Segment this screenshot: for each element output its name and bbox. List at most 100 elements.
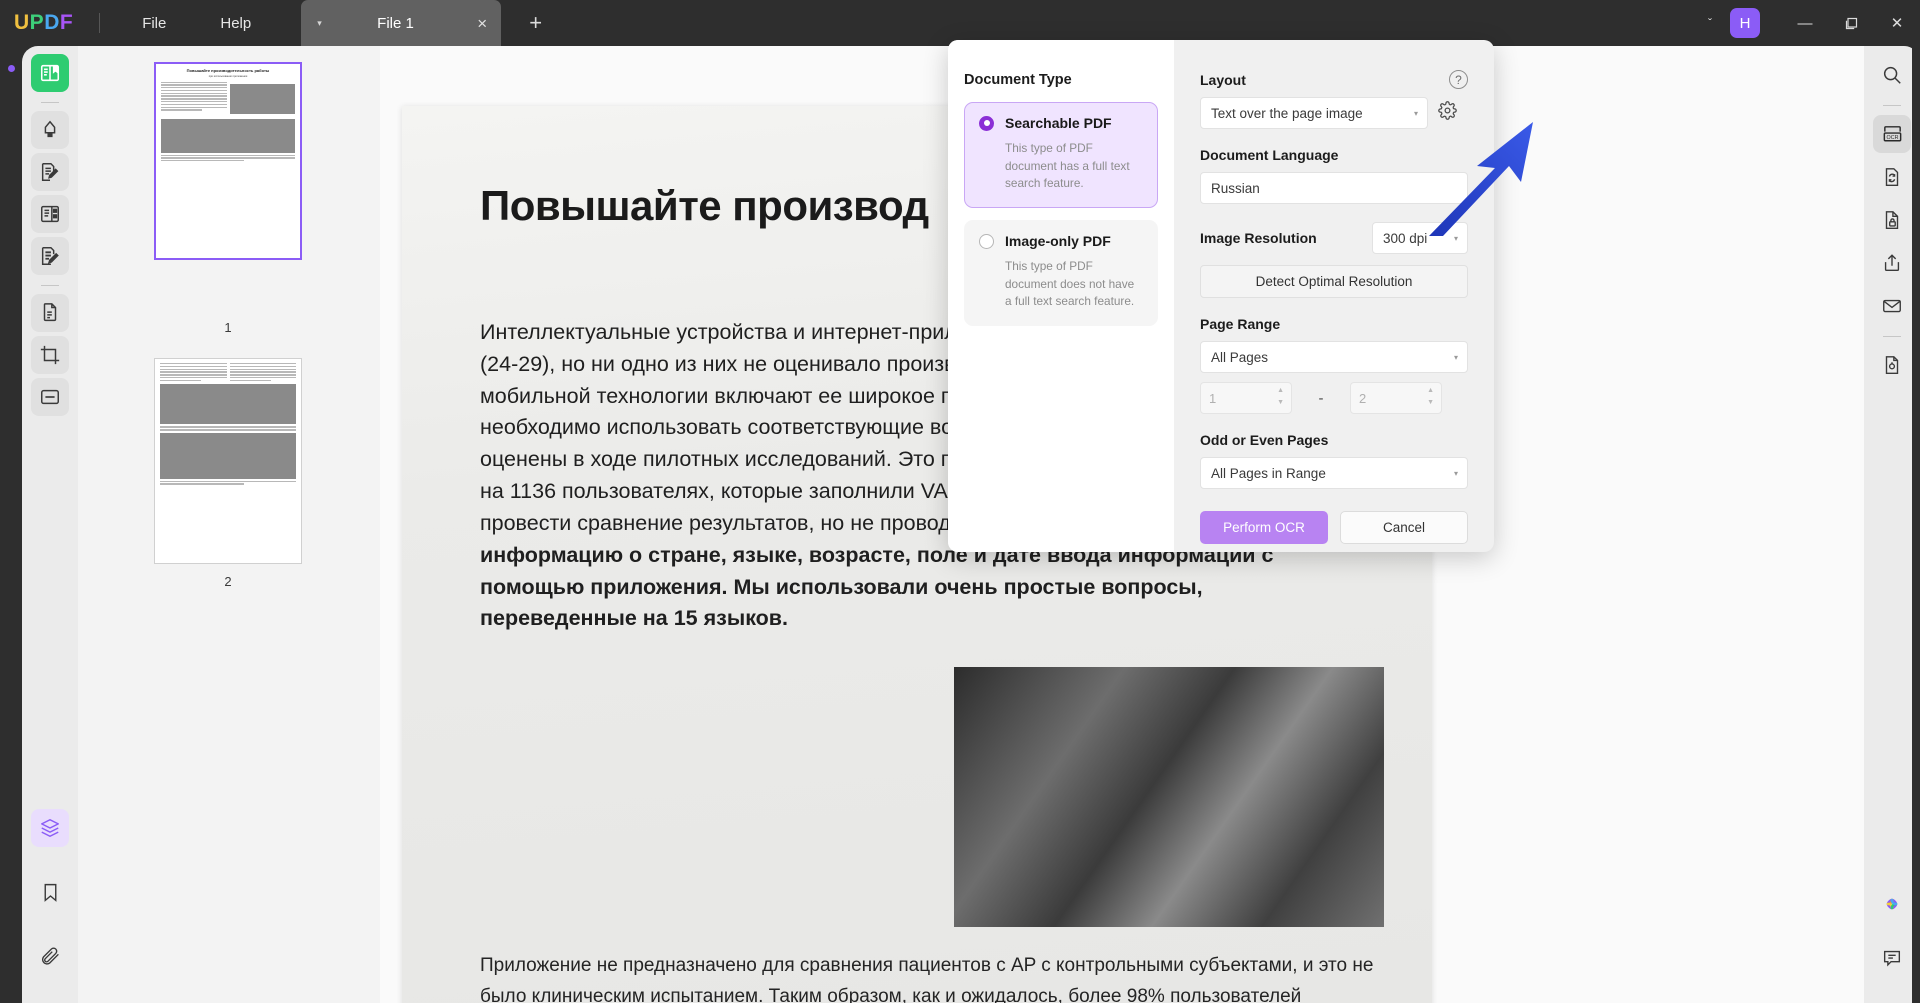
detect-optimal-resolution-button[interactable]: Detect Optimal Resolution bbox=[1200, 265, 1468, 298]
share-icon[interactable] bbox=[1873, 244, 1911, 282]
help-icon[interactable]: ? bbox=[1449, 70, 1468, 89]
stepper-down-icon[interactable]: ▼ bbox=[1277, 399, 1284, 406]
form-icon[interactable] bbox=[31, 378, 69, 416]
odd-or-even-label: Odd or Even Pages bbox=[1200, 432, 1468, 448]
window-maximize-button[interactable] bbox=[1828, 0, 1874, 46]
new-tab-button[interactable]: + bbox=[529, 12, 542, 34]
thumbnail-page-1[interactable]: Повышайте производительность работы при … bbox=[154, 62, 302, 260]
page-extract-icon[interactable] bbox=[31, 294, 69, 332]
document-type-title: Document Type bbox=[964, 72, 1158, 88]
highlight-icon[interactable] bbox=[31, 111, 69, 149]
perform-ocr-button[interactable]: Perform OCR bbox=[1200, 511, 1328, 544]
layout-settings-gear-icon[interactable] bbox=[1438, 101, 1457, 125]
radio-image-only-pdf[interactable] bbox=[979, 234, 994, 249]
chevron-down-icon: ▾ bbox=[1454, 469, 1458, 478]
ocr-icon[interactable]: OCR bbox=[1873, 115, 1911, 153]
tab-title: File 1 bbox=[314, 15, 478, 32]
page-paragraph-2: Приложение не предназначено для сравнени… bbox=[480, 951, 1384, 1003]
document-language-label: Document Language bbox=[1200, 147, 1468, 163]
toolbar-divider-2 bbox=[41, 285, 59, 286]
thumbnail-page-2[interactable] bbox=[154, 358, 302, 564]
thumbnail-label-2: 2 bbox=[154, 574, 302, 589]
email-icon[interactable] bbox=[1873, 287, 1911, 325]
crop-icon[interactable] bbox=[31, 336, 69, 374]
page-range-from-input[interactable]: 1 ▲ ▼ bbox=[1200, 382, 1292, 414]
chevron-down-icon: ▾ bbox=[1454, 353, 1458, 362]
titlebar-right-group: ˇ H — ✕ bbox=[1690, 0, 1920, 46]
page-range-value: All Pages bbox=[1211, 350, 1268, 365]
left-rail-strip bbox=[0, 46, 22, 1003]
cancel-button[interactable]: Cancel bbox=[1340, 511, 1468, 544]
logo-letter-f: F bbox=[60, 11, 73, 35]
page-range-from-stepper[interactable]: ▲ ▼ bbox=[1277, 387, 1284, 406]
svg-text:OCR: OCR bbox=[1886, 135, 1898, 141]
chevron-down-icon: ▾ bbox=[1414, 109, 1418, 118]
layers-icon[interactable] bbox=[31, 809, 69, 847]
doctype-label-image-only: Image-only PDF bbox=[1005, 233, 1111, 249]
page-paragraph-bold: информацию о стране, языке, возрасте, по… bbox=[480, 543, 1273, 631]
stepper-down-icon[interactable]: ▼ bbox=[1427, 399, 1434, 406]
window-close-button[interactable]: ✕ bbox=[1874, 0, 1920, 46]
bookmark-icon[interactable] bbox=[31, 873, 69, 911]
doctype-desc-image-only: This type of PDF document does not have … bbox=[1005, 258, 1143, 311]
avatar[interactable]: H bbox=[1730, 8, 1760, 38]
reader-view-icon[interactable] bbox=[31, 54, 69, 92]
page-range-select[interactable]: All Pages ▾ bbox=[1200, 341, 1468, 373]
logo-letter-p: P bbox=[30, 11, 45, 35]
right-toolbar-divider bbox=[1883, 105, 1901, 106]
thumb-page1-title: Повышайте производительность работы bbox=[161, 68, 295, 73]
left-toolbar bbox=[22, 46, 78, 1003]
image-resolution-label: Image Resolution bbox=[1200, 230, 1362, 246]
doctype-label-searchable: Searchable PDF bbox=[1005, 115, 1112, 131]
thumbnail-panel: Повышайте производительность работы при … bbox=[78, 46, 380, 1003]
document-language-select[interactable]: Russian bbox=[1200, 172, 1468, 204]
layout-select[interactable]: Text over the page image ▾ bbox=[1200, 97, 1428, 129]
page-range-to-stepper[interactable]: ▲ ▼ bbox=[1427, 387, 1434, 406]
page-range-separator: - bbox=[1292, 390, 1350, 407]
layout-label: Layout bbox=[1200, 72, 1468, 88]
chevron-down-icon: ▾ bbox=[1454, 234, 1458, 243]
menu-file[interactable]: File bbox=[122, 9, 186, 38]
logo-letter-d: D bbox=[44, 11, 60, 35]
page-photo bbox=[954, 667, 1384, 927]
odd-or-even-select[interactable]: All Pages in Range ▾ bbox=[1200, 457, 1468, 489]
stepper-up-icon[interactable]: ▲ bbox=[1427, 387, 1434, 394]
document-language-value: Russian bbox=[1211, 181, 1260, 196]
odd-or-even-value: All Pages in Range bbox=[1211, 466, 1326, 481]
ai-assistant-icon[interactable] bbox=[1873, 885, 1911, 923]
convert-pdf-icon[interactable] bbox=[1873, 158, 1911, 196]
app-logo: U P D F bbox=[14, 11, 73, 35]
thumb-page1-subtitle: при использовании приложения bbox=[161, 75, 295, 79]
thumbnail-label-1: 1 bbox=[154, 320, 302, 335]
right-edge-strip bbox=[1912, 46, 1920, 1003]
doctype-option-searchable-pdf[interactable]: Searchable PDF This type of PDF document… bbox=[964, 102, 1158, 208]
compress-icon[interactable] bbox=[1873, 346, 1911, 384]
menu-help[interactable]: Help bbox=[200, 9, 271, 38]
doctype-option-image-only-pdf[interactable]: Image-only PDF This type of PDF document… bbox=[964, 220, 1158, 326]
right-toolbar-divider-2 bbox=[1883, 336, 1901, 337]
toolbar-divider bbox=[41, 102, 59, 103]
document-tab[interactable]: ▾ File 1 × bbox=[301, 0, 501, 46]
protect-icon[interactable] bbox=[1873, 201, 1911, 239]
radio-searchable-pdf[interactable] bbox=[979, 116, 994, 131]
search-icon[interactable] bbox=[1873, 56, 1911, 94]
page-range-label: Page Range bbox=[1200, 316, 1468, 332]
chevron-down-icon[interactable]: ˇ bbox=[1690, 16, 1730, 30]
logo-divider bbox=[99, 13, 100, 33]
logo-letter-u: U bbox=[14, 11, 30, 35]
layout-value: Text over the page image bbox=[1211, 106, 1363, 121]
image-resolution-value: 300 dpi bbox=[1383, 231, 1427, 246]
tab-close-icon[interactable]: × bbox=[477, 15, 487, 32]
page-range-to-input[interactable]: 2 ▲ ▼ bbox=[1350, 382, 1442, 414]
image-resolution-select[interactable]: 300 dpi ▾ bbox=[1372, 222, 1468, 254]
organize-pages-icon[interactable] bbox=[31, 195, 69, 233]
stepper-up-icon[interactable]: ▲ bbox=[1277, 387, 1284, 394]
ocr-settings-panel: ? Layout Text over the page image ▾ Docu… bbox=[1174, 40, 1494, 552]
edit-pdf-icon[interactable] bbox=[31, 153, 69, 191]
window-minimize-button[interactable]: — bbox=[1782, 0, 1828, 46]
comment-icon[interactable] bbox=[31, 237, 69, 275]
ocr-dialog: Document Type Searchable PDF This type o… bbox=[948, 40, 1494, 552]
comment-bubble-icon[interactable] bbox=[1873, 939, 1911, 977]
ocr-document-type-panel: Document Type Searchable PDF This type o… bbox=[948, 40, 1174, 552]
attachment-icon[interactable] bbox=[31, 937, 69, 975]
